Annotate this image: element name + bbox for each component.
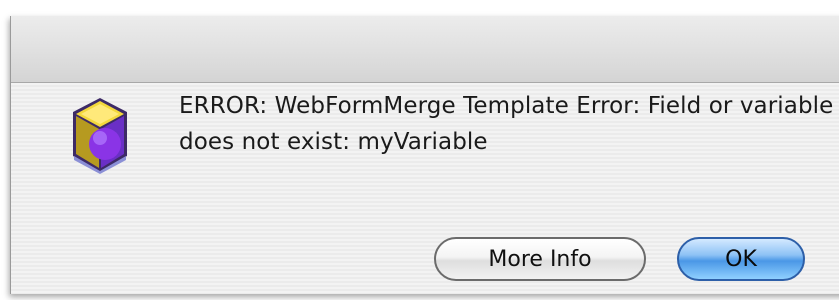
ok-button[interactable]: OK	[677, 237, 805, 281]
more-info-button[interactable]: More Info	[434, 237, 646, 281]
screen: ERROR: WebFormMerge Template Error: Fiel…	[0, 0, 839, 300]
dialog-title-bar[interactable]	[11, 16, 839, 83]
app-cube-icon	[69, 96, 131, 174]
error-message: ERROR: WebFormMerge Template Error: Fiel…	[179, 93, 834, 155]
